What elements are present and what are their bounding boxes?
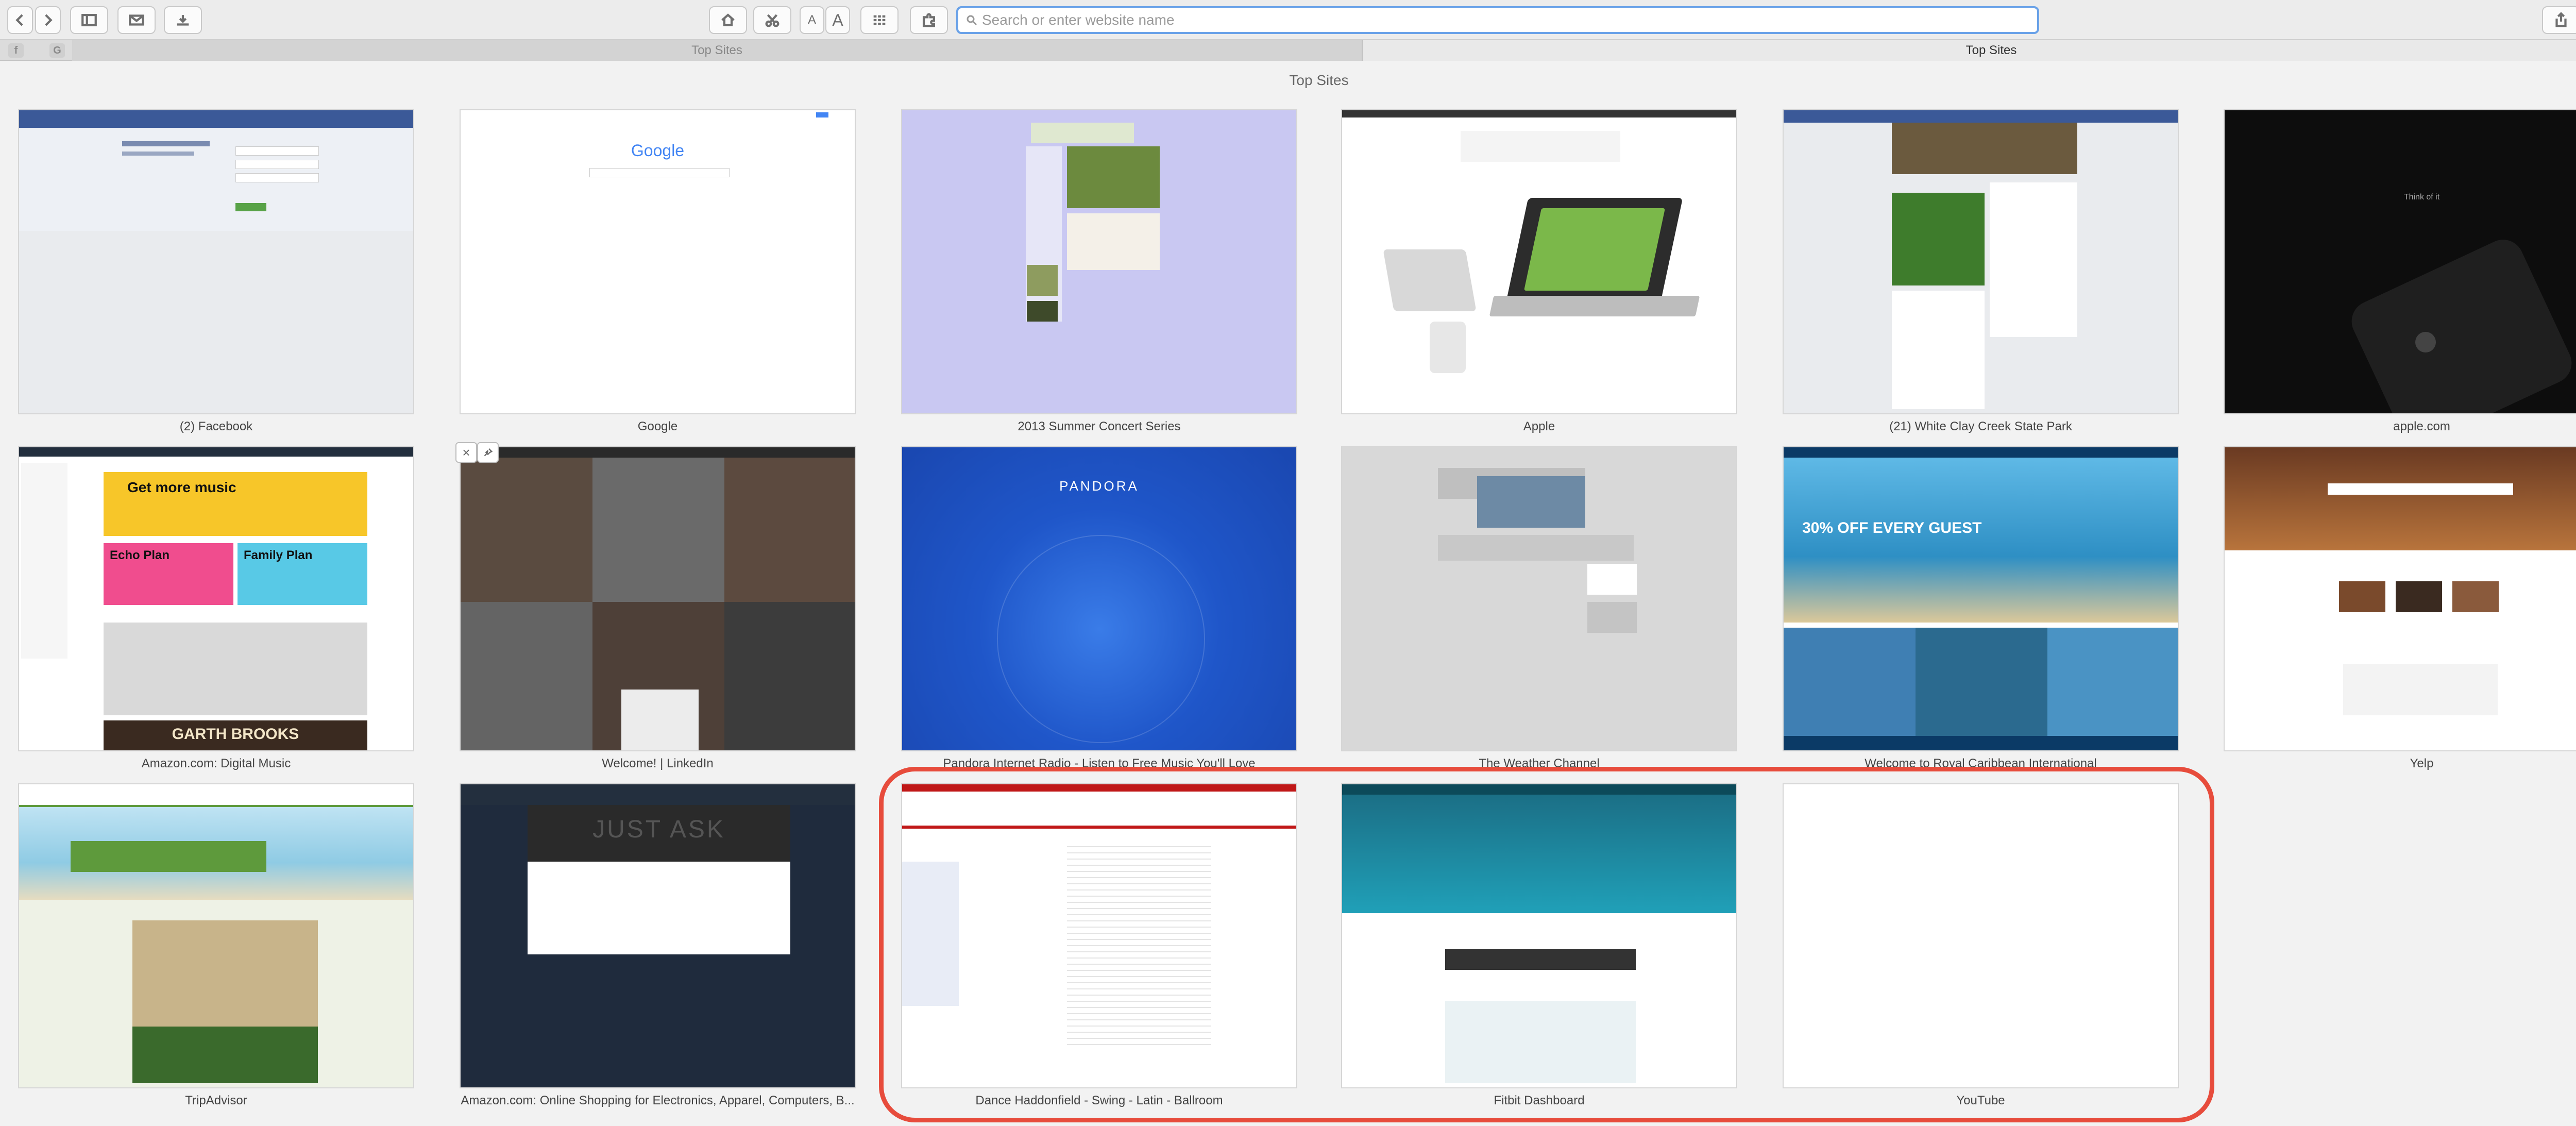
font-smaller-button[interactable]: A <box>800 6 824 34</box>
remove-site-button[interactable]: × <box>455 442 477 463</box>
home-icon <box>721 13 735 27</box>
mail-button[interactable] <box>117 6 156 34</box>
tab-bar: f G P Top Sites Top Sites + <box>0 40 2576 61</box>
site-thumbnail-youtube[interactable] <box>1783 783 2179 1088</box>
clip-button[interactable] <box>753 6 791 34</box>
site-label: Apple <box>1523 419 1555 433</box>
site-label: Amazon.com: Online Shopping for Electron… <box>461 1094 855 1107</box>
sidebar-icon <box>81 13 97 27</box>
home-button[interactable] <box>709 6 747 34</box>
download-icon <box>177 15 189 26</box>
close-icon: × <box>462 444 470 460</box>
download-button[interactable] <box>164 6 202 34</box>
site-thumbnail-amazon[interactable]: JUST ASK <box>460 783 856 1088</box>
site-thumbnail-pandora[interactable]: PANDORA <box>901 446 1297 751</box>
site-label: apple.com <box>2393 419 2450 433</box>
sidebar-button[interactable] <box>70 6 108 34</box>
site-thumbnail-dance-haddonfield[interactable] <box>901 783 1297 1088</box>
site-label: Google <box>637 419 678 433</box>
site-label: Fitbit Dashboard <box>1494 1094 1585 1107</box>
extension-icon <box>922 13 936 27</box>
site-label: Welcome to Royal Caribbean International <box>1865 757 2097 770</box>
google-favorite-icon[interactable]: G <box>49 43 65 58</box>
site-label: (21) White Clay Creek State Park <box>1889 419 2072 433</box>
address-bar[interactable]: Search or enter website name <box>956 6 2039 34</box>
toolbar: A A Search or enter website name <box>0 0 2576 40</box>
page-title: Top Sites <box>1289 72 1349 88</box>
share-button[interactable] <box>2542 6 2576 34</box>
site-label: Dance Haddonfield - Swing - Latin - Ball… <box>975 1094 1223 1107</box>
share-icon <box>2555 12 2567 27</box>
echo-plan-text: Echo Plan <box>110 548 170 562</box>
google-logo: Google <box>631 141 685 160</box>
just-ask-text: JUST ASK <box>592 816 725 843</box>
site-thumbnail-fitbit[interactable] <box>1341 783 1737 1088</box>
extension-button[interactable] <box>910 6 948 34</box>
site-label: The Weather Channel <box>1479 757 1600 770</box>
font-smaller-label: A <box>807 13 816 27</box>
site-thumbnail-concert-series[interactable] <box>901 109 1297 414</box>
pin-icon <box>484 448 493 457</box>
forward-button[interactable] <box>35 6 61 34</box>
site-thumbnail-yelp[interactable] <box>2224 446 2576 751</box>
site-label: 2013 Summer Concert Series <box>1018 419 1181 433</box>
site-label: Pandora Internet Radio - Listen to Free … <box>943 757 1256 770</box>
grid-icon <box>873 15 886 25</box>
mail-icon <box>129 14 144 26</box>
search-icon <box>967 15 977 26</box>
site-label: YouTube <box>1956 1094 2005 1107</box>
site-thumbnail-tripadvisor[interactable] <box>18 783 414 1088</box>
facebook-favorite-icon[interactable]: f <box>8 43 24 58</box>
address-placeholder: Search or enter website name <box>982 12 1175 28</box>
site-thumbnail-linkedin[interactable] <box>460 446 856 751</box>
site-label: Welcome! | LinkedIn <box>602 757 714 770</box>
thumb-header <box>19 110 413 128</box>
font-larger-button[interactable]: A <box>825 6 850 34</box>
site-label: TripAdvisor <box>185 1094 247 1107</box>
site-thumbnail-amazon-music[interactable]: Get more music Echo Plan Family Plan GAR… <box>18 446 414 751</box>
font-larger-label: A <box>832 10 843 29</box>
site-label: Amazon.com: Digital Music <box>141 757 291 770</box>
tab-top-sites-1[interactable]: Top Sites <box>72 40 1363 61</box>
chevron-right-icon <box>45 14 53 26</box>
tab-label: Top Sites <box>1965 43 2017 57</box>
tab-label: Top Sites <box>691 43 742 57</box>
chevron-left-icon <box>15 14 23 26</box>
apple-tagline: Think of it <box>2403 193 2440 201</box>
family-plan-text: Family Plan <box>244 548 313 562</box>
garth-banner-text: GARTH BROOKS <box>172 726 299 743</box>
site-thumbnail-facebook[interactable] <box>18 109 414 414</box>
amazon-banner-text: Get more music <box>127 479 236 495</box>
site-thumbnail-weather-channel[interactable] <box>1341 446 1737 751</box>
site-thumbnail-apple[interactable] <box>1341 109 1737 414</box>
site-thumbnail-apple-com[interactable]: Think of it <box>2224 109 2576 414</box>
site-label: Yelp <box>2410 757 2434 770</box>
top-sites-button[interactable] <box>860 6 899 34</box>
pandora-logo: PANDORA <box>1059 478 1139 494</box>
royal-offer-text: 30% OFF EVERY GUEST <box>1802 519 1982 536</box>
pin-site-button[interactable] <box>477 442 499 463</box>
site-thumbnail-white-clay-creek[interactable] <box>1783 109 2179 414</box>
back-button[interactable] <box>7 6 33 34</box>
site-thumbnail-google[interactable]: Google <box>460 109 856 414</box>
site-thumbnail-royal-caribbean[interactable]: 30% OFF EVERY GUEST <box>1783 446 2179 751</box>
site-label: (2) Facebook <box>179 419 253 433</box>
tab-top-sites-2[interactable]: Top Sites <box>1363 40 2576 61</box>
scissors-icon <box>765 14 779 27</box>
